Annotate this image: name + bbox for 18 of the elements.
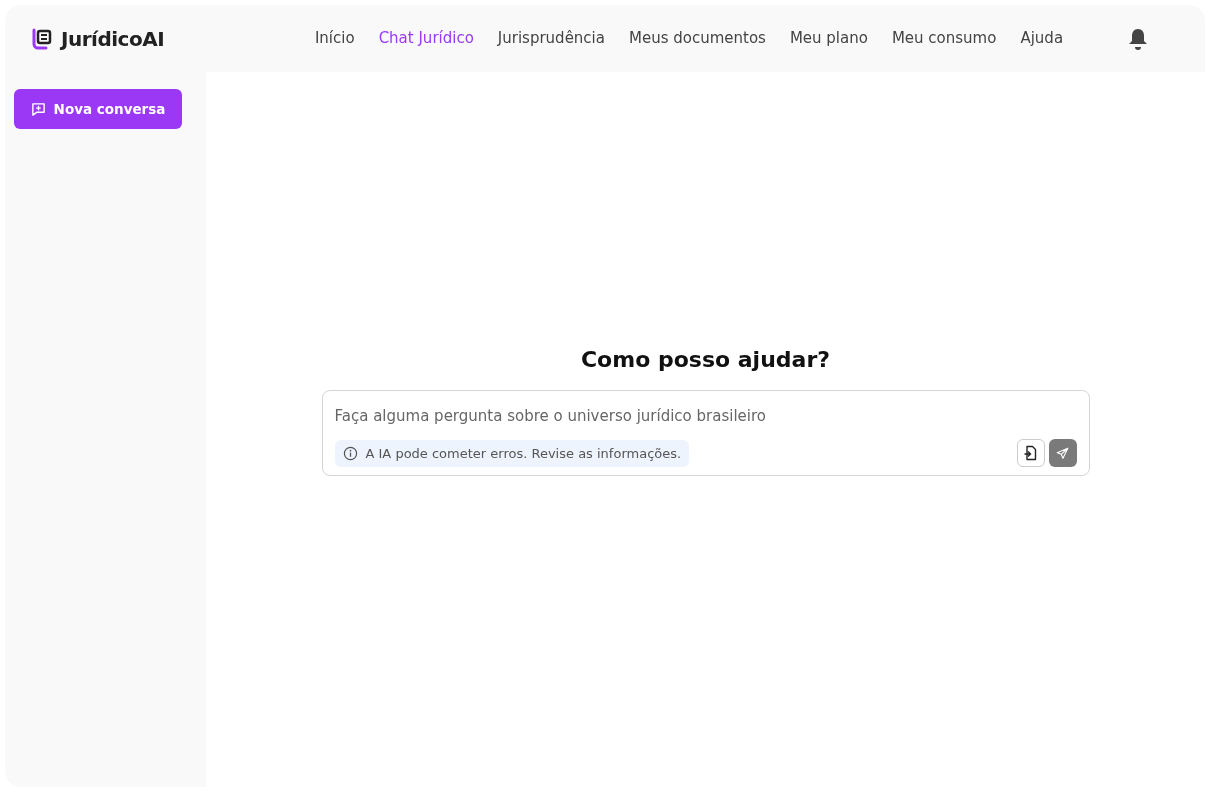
disclaimer-text: A IA pode cometer erros. Revise as informações. (365, 444, 682, 463)
nav-link[interactable]: Meu consumo (879, 27, 1009, 50)
nav-link[interactable]: Jurisprudência (485, 27, 617, 50)
chat-plus-icon (30, 101, 46, 117)
attach-file-button[interactable] (1016, 439, 1045, 468)
nav-link[interactable]: Ajuda (1008, 27, 1076, 50)
info-icon (342, 445, 358, 461)
nav-link[interactable]: Início (302, 27, 367, 50)
chat-input-box[interactable]: Faça alguma pergunta sobre o universo jurídico brasileiro A IA pode cometer erros. Revise as informações. (321, 389, 1090, 477)
nav-link[interactable]: Meus documentos (616, 27, 778, 50)
new-conversation-button[interactable]: Nova conversa (14, 89, 182, 129)
chat-heading: Como posso ajudar? (580, 345, 830, 374)
notification-bell-icon[interactable] (1127, 26, 1149, 51)
nav-link[interactable]: Chat Jurídico (366, 27, 486, 50)
send-icon (1056, 446, 1069, 460)
logo-icon (31, 27, 53, 50)
nav-link[interactable]: Meu plano (777, 27, 880, 50)
brand-name: JurídicoAI (61, 25, 165, 53)
